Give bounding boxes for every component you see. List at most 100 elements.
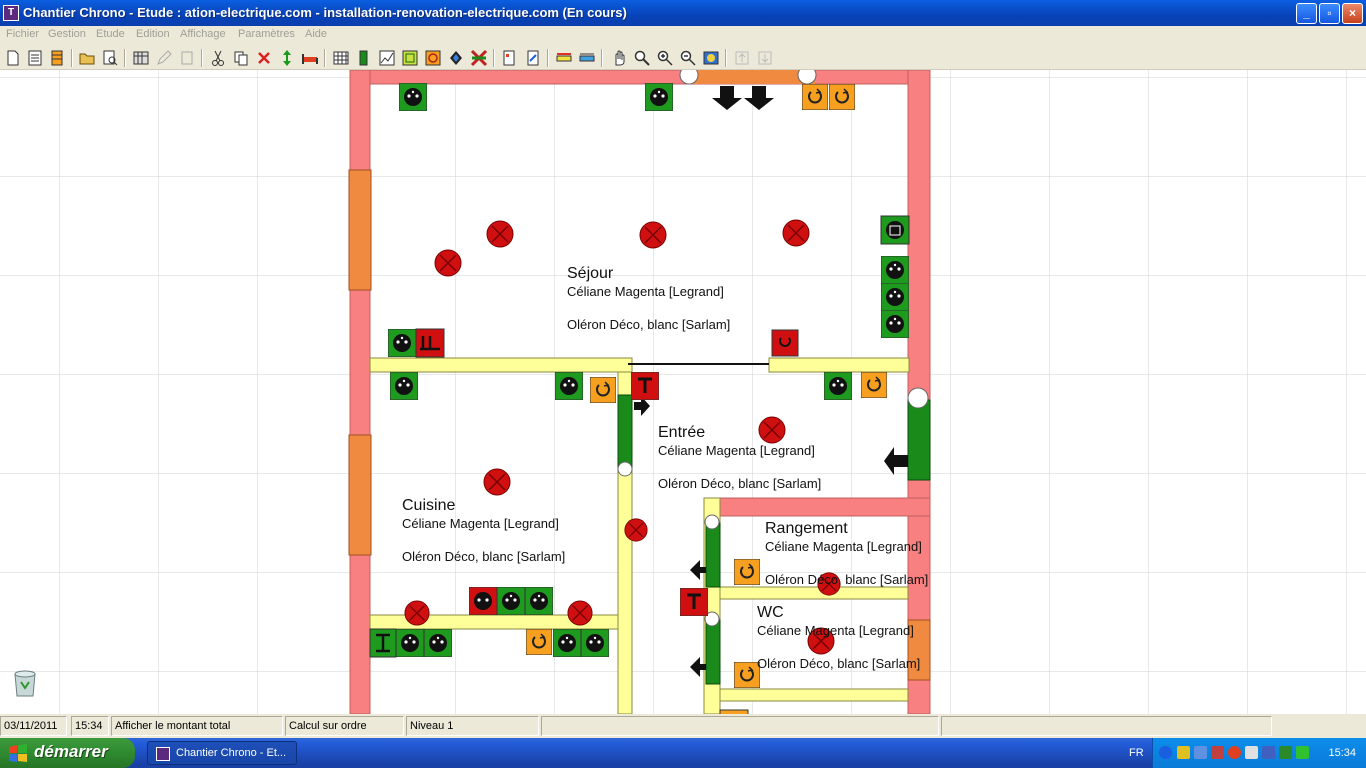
zoom-out-icon[interactable]	[679, 49, 697, 67]
light-point-icon[interactable]	[486, 220, 514, 248]
switch-icon[interactable]	[734, 559, 760, 585]
socket-icon[interactable]	[824, 372, 852, 400]
socket-icon[interactable]	[881, 283, 909, 311]
socket-icon[interactable]	[424, 629, 452, 657]
minimize-button[interactable]: _	[1296, 3, 1317, 24]
monitor-icon[interactable]	[1262, 746, 1275, 759]
window-top[interactable]	[685, 70, 815, 84]
recycle-bin-icon[interactable]	[8, 666, 42, 700]
zoom-icon[interactable]	[633, 49, 651, 67]
tool-icon[interactable]	[1211, 746, 1224, 759]
switch-red-icon[interactable]	[771, 329, 799, 357]
socket-icon[interactable]	[390, 372, 418, 400]
hand-icon[interactable]	[610, 49, 628, 67]
socket-icon[interactable]	[581, 629, 609, 657]
page-icon[interactable]	[500, 49, 518, 67]
speaker-icon[interactable]	[1245, 746, 1258, 759]
phone-socket-icon[interactable]	[680, 588, 708, 616]
switch-icon[interactable]	[861, 372, 887, 398]
start-button[interactable]: démarrer	[0, 738, 135, 768]
light-point-icon[interactable]	[483, 468, 511, 496]
green-square-icon[interactable]	[401, 49, 419, 67]
plan-canvas[interactable]: Séjour Céliane Magenta [Legrand] Oléron …	[0, 70, 1366, 714]
level-up-icon[interactable]	[733, 49, 751, 67]
move-vertical-icon[interactable]	[278, 49, 296, 67]
zoom-in-icon[interactable]	[656, 49, 674, 67]
taskbar-app-button[interactable]: Chantier Chrono - Et...	[147, 741, 297, 765]
socket-icon[interactable]	[497, 587, 525, 615]
ruler-icon[interactable]	[555, 49, 573, 67]
chart-icon[interactable]	[378, 49, 396, 67]
floor-plan[interactable]: Séjour Céliane Magenta [Legrand] Oléron …	[0, 70, 1366, 714]
zoom-fit-icon[interactable]	[702, 49, 720, 67]
shield-icon[interactable]	[1177, 746, 1190, 759]
socket-red-icon[interactable]	[469, 587, 497, 615]
page-edit-icon[interactable]	[524, 49, 542, 67]
door-cuisine[interactable]	[617, 394, 633, 471]
light-point-icon[interactable]	[434, 249, 462, 277]
door-wc[interactable]	[705, 619, 721, 685]
wall-top[interactable]	[349, 70, 931, 85]
security-icon[interactable]	[1228, 746, 1241, 759]
new-document-icon[interactable]	[4, 49, 22, 67]
ruler-alt-icon[interactable]	[578, 49, 596, 67]
grid-icon[interactable]	[332, 49, 350, 67]
socket-icon[interactable]	[388, 329, 416, 357]
copy-icon[interactable]	[232, 49, 250, 67]
light-point-icon[interactable]	[404, 600, 430, 626]
door-rangement[interactable]	[705, 522, 721, 588]
light-point-icon[interactable]	[639, 221, 667, 249]
light-point-icon[interactable]	[624, 518, 648, 542]
level-down-icon[interactable]	[756, 49, 774, 67]
bed-icon[interactable]	[301, 49, 319, 67]
chevron-left-icon[interactable]	[1159, 746, 1172, 759]
socket-icon[interactable]	[399, 83, 427, 111]
switch-icon[interactable]	[590, 377, 616, 403]
close-button[interactable]: ×	[1342, 3, 1363, 24]
window-left-2[interactable]	[348, 434, 372, 556]
switch-icon[interactable]	[526, 629, 552, 655]
menu-fichier[interactable]: Fichier	[6, 28, 39, 40]
language-indicator[interactable]: FR	[1129, 747, 1144, 759]
app-icon[interactable]: T	[3, 5, 19, 21]
socket-icon[interactable]	[555, 372, 583, 400]
socket-icon[interactable]	[525, 587, 553, 615]
status-calc-mode[interactable]: Calcul sur ordre	[285, 716, 404, 736]
cross-arrows-icon[interactable]	[470, 49, 488, 67]
socket-icon[interactable]	[645, 83, 673, 111]
menu-aide[interactable]: Aide	[305, 28, 327, 40]
open-folder-icon[interactable]	[78, 49, 96, 67]
stack-icon[interactable]	[48, 49, 66, 67]
network-icon[interactable]	[1194, 746, 1207, 759]
menu-gestion[interactable]: Gestion	[48, 28, 86, 40]
diamond-icon[interactable]	[447, 49, 465, 67]
menu-etude[interactable]: Etude	[96, 28, 125, 40]
socket-icon[interactable]	[553, 629, 581, 657]
device-icon[interactable]	[1279, 746, 1292, 759]
menu-parametres[interactable]: Paramètres	[238, 28, 295, 40]
partition-wc-bottom[interactable]	[719, 688, 909, 702]
window-left-1[interactable]	[348, 169, 372, 291]
signal-icon[interactable]	[1296, 746, 1309, 759]
switch-icon[interactable]	[829, 84, 855, 110]
switch-icon[interactable]	[802, 84, 828, 110]
maximize-button[interactable]: ▫	[1319, 3, 1340, 24]
delete-icon[interactable]	[255, 49, 273, 67]
edit-icon[interactable]	[155, 49, 173, 67]
socket-icon[interactable]	[396, 629, 424, 657]
calculator-icon[interactable]	[132, 49, 150, 67]
phone-socket-icon[interactable]	[631, 372, 659, 400]
wall-left[interactable]	[349, 70, 371, 714]
print-preview-icon[interactable]	[101, 49, 119, 67]
partition-sejour-entree[interactable]	[768, 357, 910, 373]
light-point-icon[interactable]	[567, 600, 593, 626]
door-entrance[interactable]	[907, 399, 931, 481]
socket-icon[interactable]	[881, 310, 909, 338]
status-level[interactable]: Niveau 1	[406, 716, 539, 736]
menu-affichage[interactable]: Affichage	[180, 28, 226, 40]
status-show-total[interactable]: Afficher le montant total	[111, 716, 283, 736]
partition-rangement-wc[interactable]	[719, 586, 909, 600]
orange-square-icon[interactable]	[424, 49, 442, 67]
document-list-icon[interactable]	[26, 49, 44, 67]
door-icon[interactable]	[355, 49, 373, 67]
